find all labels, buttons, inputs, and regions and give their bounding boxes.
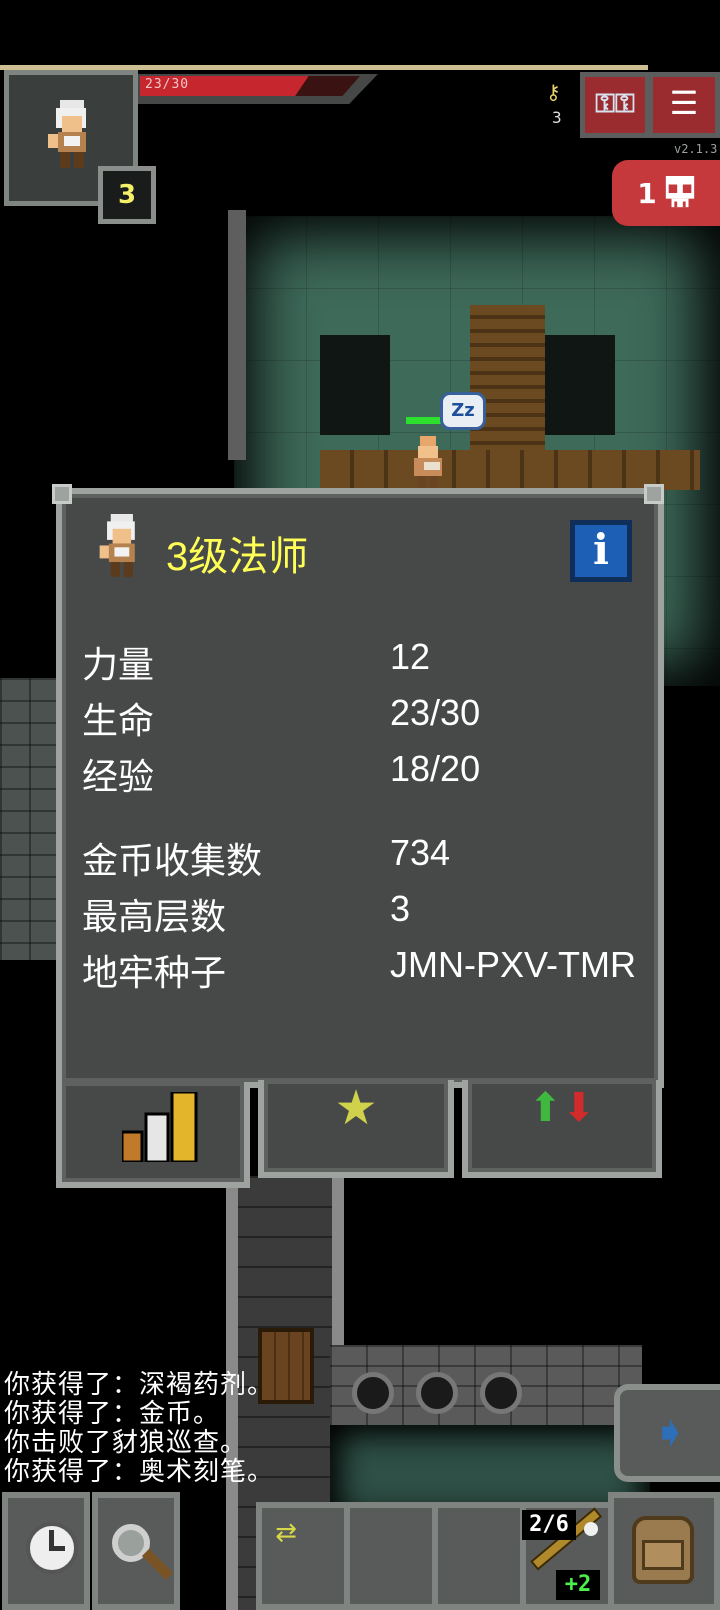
keys-count: 3 (552, 108, 562, 127)
hero-title: 3级法师 (166, 535, 309, 579)
stat-value-strength: 12 (390, 636, 431, 677)
quickslot-2[interactable] (438, 1508, 520, 1604)
hp-text: 23/30 (145, 77, 190, 92)
version-label: v2.1.3 (674, 142, 718, 156)
tab-buffs[interactable]: ⬆⬇ (462, 1080, 662, 1178)
danger-indicator-button[interactable]: 1 (612, 160, 720, 226)
resume-arrow-icon: ➧ (651, 1407, 689, 1458)
resume-button[interactable]: ➧ (614, 1384, 720, 1482)
stat-value-experience: 18/20 (390, 748, 481, 789)
stat-label-experience: 经验 (82, 756, 155, 797)
menu-button[interactable]: ☰ (648, 72, 720, 138)
stone-wall (0, 678, 58, 960)
hero-level-badge: 3 (98, 166, 156, 224)
stat-value-max-depth: 3 (390, 888, 411, 929)
journal-icon: ⚿⚿ (595, 89, 635, 119)
tab-talents[interactable]: ★ (258, 1080, 454, 1178)
stat-value-gold: 734 (390, 832, 451, 873)
hero-sprite[interactable] (408, 436, 448, 490)
skull-icon (665, 176, 694, 208)
chasm-tile[interactable] (545, 335, 615, 435)
stat-value-health: 23/30 (390, 692, 481, 733)
talent-star-icon: ★ (334, 1080, 378, 1136)
drain-icon (416, 1372, 458, 1414)
window-corner (644, 484, 664, 504)
swap-icon: ⇄ (275, 1518, 297, 1548)
clock-hand (49, 1546, 65, 1551)
wooden-bridge[interactable] (470, 305, 545, 465)
info-icon: i (593, 525, 609, 574)
drain-icon (352, 1372, 394, 1414)
chasm-tile[interactable] (320, 335, 390, 435)
stat-value-seed: JMN-PXV-TMR (390, 944, 636, 985)
journal-button[interactable]: ⚿⚿ (580, 72, 650, 138)
wand-tip (584, 1522, 598, 1536)
drain-icon (480, 1372, 522, 1414)
stat-label-health: 生命 (82, 700, 155, 741)
stat-label-max-depth: 最高层数 (82, 896, 227, 937)
quickslot-1[interactable] (350, 1508, 432, 1604)
dungeon-wall (228, 210, 246, 460)
stats-chart-icon (122, 1092, 198, 1162)
buff-arrows-icon: ⬆⬇ (528, 1085, 596, 1131)
log-line: 你获得了：奥术刻笔。 (4, 1456, 275, 1486)
hero-info-button[interactable]: i (570, 520, 632, 582)
hero-class-icon (99, 514, 135, 577)
wand-charges: 2/6 (522, 1510, 576, 1540)
sleep-bubble: Zz (440, 392, 486, 430)
danger-count: 1 (637, 176, 657, 210)
key-icon: ⚷ (546, 80, 561, 104)
window-corner (52, 484, 72, 504)
stat-label-seed: 地牢种子 (82, 952, 227, 993)
stat-label-strength: 力量 (82, 644, 155, 685)
wand-upgrade-level: +2 (556, 1570, 600, 1600)
wooden-floor[interactable] (320, 450, 700, 490)
menu-icon: ☰ (669, 84, 699, 122)
backpack-pocket (642, 1540, 684, 1570)
hero-portrait-icon (48, 100, 86, 168)
stat-label-gold: 金币收集数 (82, 840, 263, 881)
